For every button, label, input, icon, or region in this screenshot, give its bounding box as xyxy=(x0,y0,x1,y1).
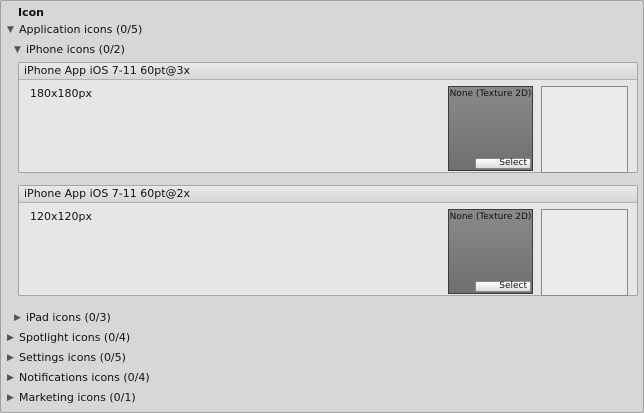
icon-entry-header: iPhone App iOS 7-11 60pt@2x xyxy=(19,186,637,203)
foldout-label: iPad icons (0/3) xyxy=(26,311,111,324)
foldout-label: iPhone icons (0/2) xyxy=(26,43,125,56)
triangle-right-icon: ▶ xyxy=(7,393,14,403)
icon-entry-card: iPhone App iOS 7-11 60pt@3x 180x180px No… xyxy=(18,62,638,173)
icon-preview xyxy=(541,209,628,296)
texture-object-field[interactable]: None (Texture 2D) Select xyxy=(448,209,533,294)
triangle-right-icon: ▶ xyxy=(7,353,14,363)
texture-value: None (Texture 2D) xyxy=(449,212,532,222)
triangle-down-icon: ▼ xyxy=(14,45,21,55)
icon-size-label: 120x120px xyxy=(30,210,92,223)
foldout-notifications-icons[interactable]: ▶ Notifications icons (0/4) xyxy=(7,370,150,386)
foldout-settings-icons[interactable]: ▶ Settings icons (0/5) xyxy=(7,350,126,366)
foldout-label: Spotlight icons (0/4) xyxy=(19,331,131,344)
triangle-right-icon: ▶ xyxy=(14,313,21,323)
icon-entry-card: iPhone App iOS 7-11 60pt@2x 120x120px No… xyxy=(18,185,638,296)
icon-entry-header: iPhone App iOS 7-11 60pt@3x xyxy=(19,63,637,80)
select-button[interactable]: Select xyxy=(475,158,531,169)
icon-preview xyxy=(541,86,628,173)
texture-value: None (Texture 2D) xyxy=(449,89,532,99)
icon-entry-body: 120x120px None (Texture 2D) Select xyxy=(19,203,637,296)
foldout-label: Notifications icons (0/4) xyxy=(19,371,150,384)
foldout-iphone-icons[interactable]: ▼ iPhone icons (0/2) xyxy=(14,42,125,58)
foldout-label: Marketing icons (0/1) xyxy=(19,391,136,404)
icon-entry-body: 180x180px None (Texture 2D) Select xyxy=(19,80,637,173)
triangle-right-icon: ▶ xyxy=(7,333,14,343)
foldout-label: Settings icons (0/5) xyxy=(19,351,126,364)
foldout-label: Application icons (0/5) xyxy=(19,23,143,36)
foldout-ipad-icons[interactable]: ▶ iPad icons (0/3) xyxy=(14,310,111,326)
foldout-spotlight-icons[interactable]: ▶ Spotlight icons (0/4) xyxy=(7,330,130,346)
icon-settings-panel: Icon ▼ Application icons (0/5) ▼ iPhone … xyxy=(0,0,644,413)
triangle-down-icon: ▼ xyxy=(7,25,14,35)
foldout-marketing-icons[interactable]: ▶ Marketing icons (0/1) xyxy=(7,390,136,406)
foldout-application-icons[interactable]: ▼ Application icons (0/5) xyxy=(7,22,142,38)
section-title: Icon xyxy=(18,6,45,19)
texture-object-field[interactable]: None (Texture 2D) Select xyxy=(448,86,533,171)
icon-size-label: 180x180px xyxy=(30,87,92,100)
select-button[interactable]: Select xyxy=(475,281,531,292)
triangle-right-icon: ▶ xyxy=(7,373,14,383)
